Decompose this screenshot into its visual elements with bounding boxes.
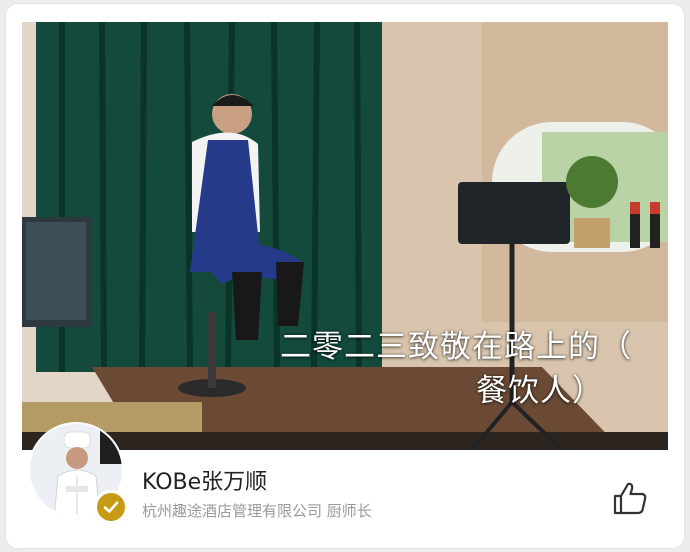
verified-badge	[94, 490, 128, 524]
like-button[interactable]	[610, 478, 650, 518]
author-bar: KOBe张万顺 杭州趣途酒店管理有限公司 厨师长	[6, 422, 684, 548]
thumbs-up-icon	[613, 482, 647, 515]
post-card: 二零二三致敬在路上的（ 餐饮人） KOBe张万顺 杭州趣途酒店管理有限公司 厨师…	[6, 4, 684, 548]
check-badge-icon	[103, 501, 119, 513]
video-frame[interactable]: 二零二三致敬在路上的（ 餐饮人）	[22, 22, 668, 450]
author-company-title: 杭州趣途酒店管理有限公司 厨师长	[142, 502, 372, 520]
video-subtitle-line-2: 餐饮人）	[476, 373, 604, 409]
video-subtitle-line-1: 二零二三致敬在路上的（	[280, 329, 632, 365]
author-name[interactable]: KOBe张万顺	[142, 464, 267, 496]
